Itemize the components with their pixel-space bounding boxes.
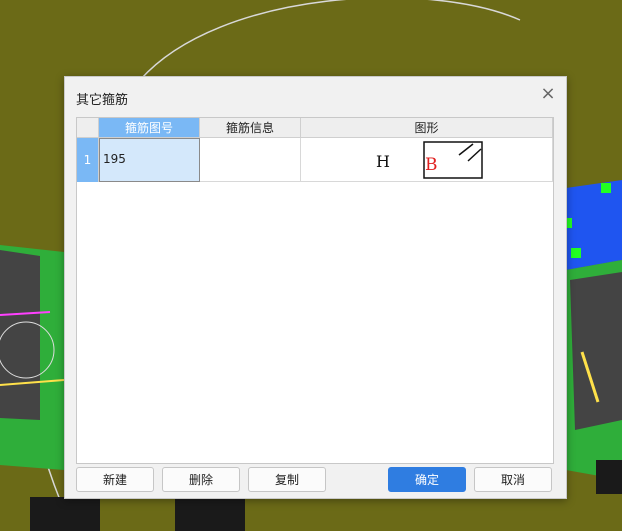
scene-left-dark2 — [175, 497, 245, 531]
ok-button[interactable]: 确定 — [388, 467, 466, 492]
row-header[interactable]: 1 — [77, 138, 99, 182]
close-icon[interactable]: × — [540, 85, 556, 103]
stirrup-table: 箍筋图号 箍筋信息 图形 1 195 H B — [76, 117, 554, 464]
dialog-title: 其它箍筋 — [76, 93, 129, 108]
corner-header — [77, 118, 99, 138]
scene-left-gray — [0, 250, 40, 420]
scene-right-dark — [596, 460, 622, 494]
column-header-shape[interactable]: 图形 — [301, 118, 553, 138]
scene-left-dark — [30, 497, 100, 531]
scene-node-2 — [571, 248, 581, 258]
scene-node-1 — [601, 183, 611, 193]
shape-label-b: B — [425, 155, 438, 175]
cell-code[interactable]: 195 — [99, 138, 200, 182]
shape-label-h: H — [376, 152, 390, 171]
other-stirrup-dialog: 其它箍筋 × 箍筋图号 箍筋信息 图形 1 195 H B 新建 删除 复制 确… — [64, 76, 567, 499]
column-header-info[interactable]: 箍筋信息 — [200, 118, 301, 138]
cancel-button[interactable]: 取消 — [474, 467, 552, 492]
cell-info[interactable] — [200, 138, 301, 182]
scene-right-gray — [570, 272, 622, 430]
delete-button[interactable]: 删除 — [162, 467, 240, 492]
cell-shape[interactable]: H B — [301, 138, 553, 182]
copy-button[interactable]: 复制 — [248, 467, 326, 492]
new-button[interactable]: 新建 — [76, 467, 154, 492]
column-header-code[interactable]: 箍筋图号 — [99, 118, 200, 138]
